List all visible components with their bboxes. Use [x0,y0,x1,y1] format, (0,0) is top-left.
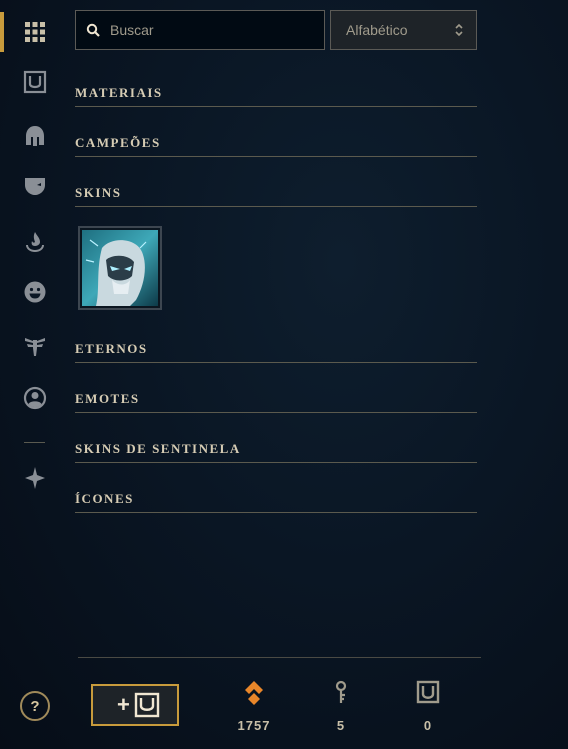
category-materials[interactable]: MATERIAIS [75,84,477,107]
category-champions[interactable]: CAMPEÕES [75,134,477,157]
sidebar-item-all[interactable] [0,12,70,52]
sort-selected-label: Alfabético [346,22,408,38]
category-label: ÍCONES [75,491,134,506]
search-icon [86,23,100,37]
category-label: MATERIAIS [75,85,163,100]
help-label: ? [30,697,40,715]
buy-rp-plus: + [117,692,130,717]
sort-dropdown[interactable]: Alfabético [330,10,477,50]
category-ward-skins[interactable]: SKINS DE SENTINELA [75,440,477,463]
loot-crafting-icon [25,467,45,489]
champion-helmet-icon [26,126,44,146]
sidebar-divider [24,442,45,443]
category-label: ETERNOS [75,341,148,356]
sidebar-item-wards[interactable] [0,326,70,366]
key-icon [335,680,347,703]
footer-divider [78,657,481,658]
sidebar [0,0,70,749]
sidebar-item-champions[interactable] [0,116,70,156]
category-skins[interactable]: SKINS [75,184,477,207]
eternals-flame-icon [26,232,44,252]
search-box [75,10,325,50]
skin-item[interactable] [78,226,162,310]
category-label: CAMPEÕES [75,135,161,150]
sidebar-item-eternals[interactable] [0,222,70,262]
key-value: 5 [336,718,346,733]
category-icons[interactable]: ÍCONES [75,490,477,513]
category-label: SKINS DE SENTINELA [75,441,241,456]
emote-face-icon [24,281,46,303]
add-rp-icon: + [117,692,160,718]
rp-value: 0 [423,718,433,733]
category-eternals[interactable]: ETERNOS [75,340,477,363]
rp-shield-icon [23,70,47,94]
sidebar-item-crafting[interactable] [0,458,70,498]
sidebar-item-icons[interactable] [0,378,70,418]
up-down-chevron-icon [455,23,463,37]
orange-essence-balance: 1757 [224,680,284,733]
category-emotes[interactable]: EMOTES [75,390,477,413]
orange-essence-value: 1757 [237,718,271,733]
skin-mask-icon [25,178,45,195]
riot-points-icon [416,680,440,704]
skin-portrait [82,230,158,306]
rp-balance: 0 [398,680,458,733]
buy-rp-button[interactable]: + [91,684,179,726]
grid-icon [25,22,45,42]
sidebar-item-emotes[interactable] [0,272,70,312]
category-label: SKINS [75,185,122,200]
sidebar-item-materials[interactable] [0,62,70,102]
key-balance: 5 [311,680,371,733]
profile-icon [23,386,47,410]
ward-icon [25,338,45,356]
search-input[interactable] [108,21,312,39]
help-button[interactable]: ? [20,691,50,721]
category-label: EMOTES [75,391,140,406]
sidebar-item-skins[interactable] [0,166,70,206]
orange-essence-icon [245,681,263,705]
